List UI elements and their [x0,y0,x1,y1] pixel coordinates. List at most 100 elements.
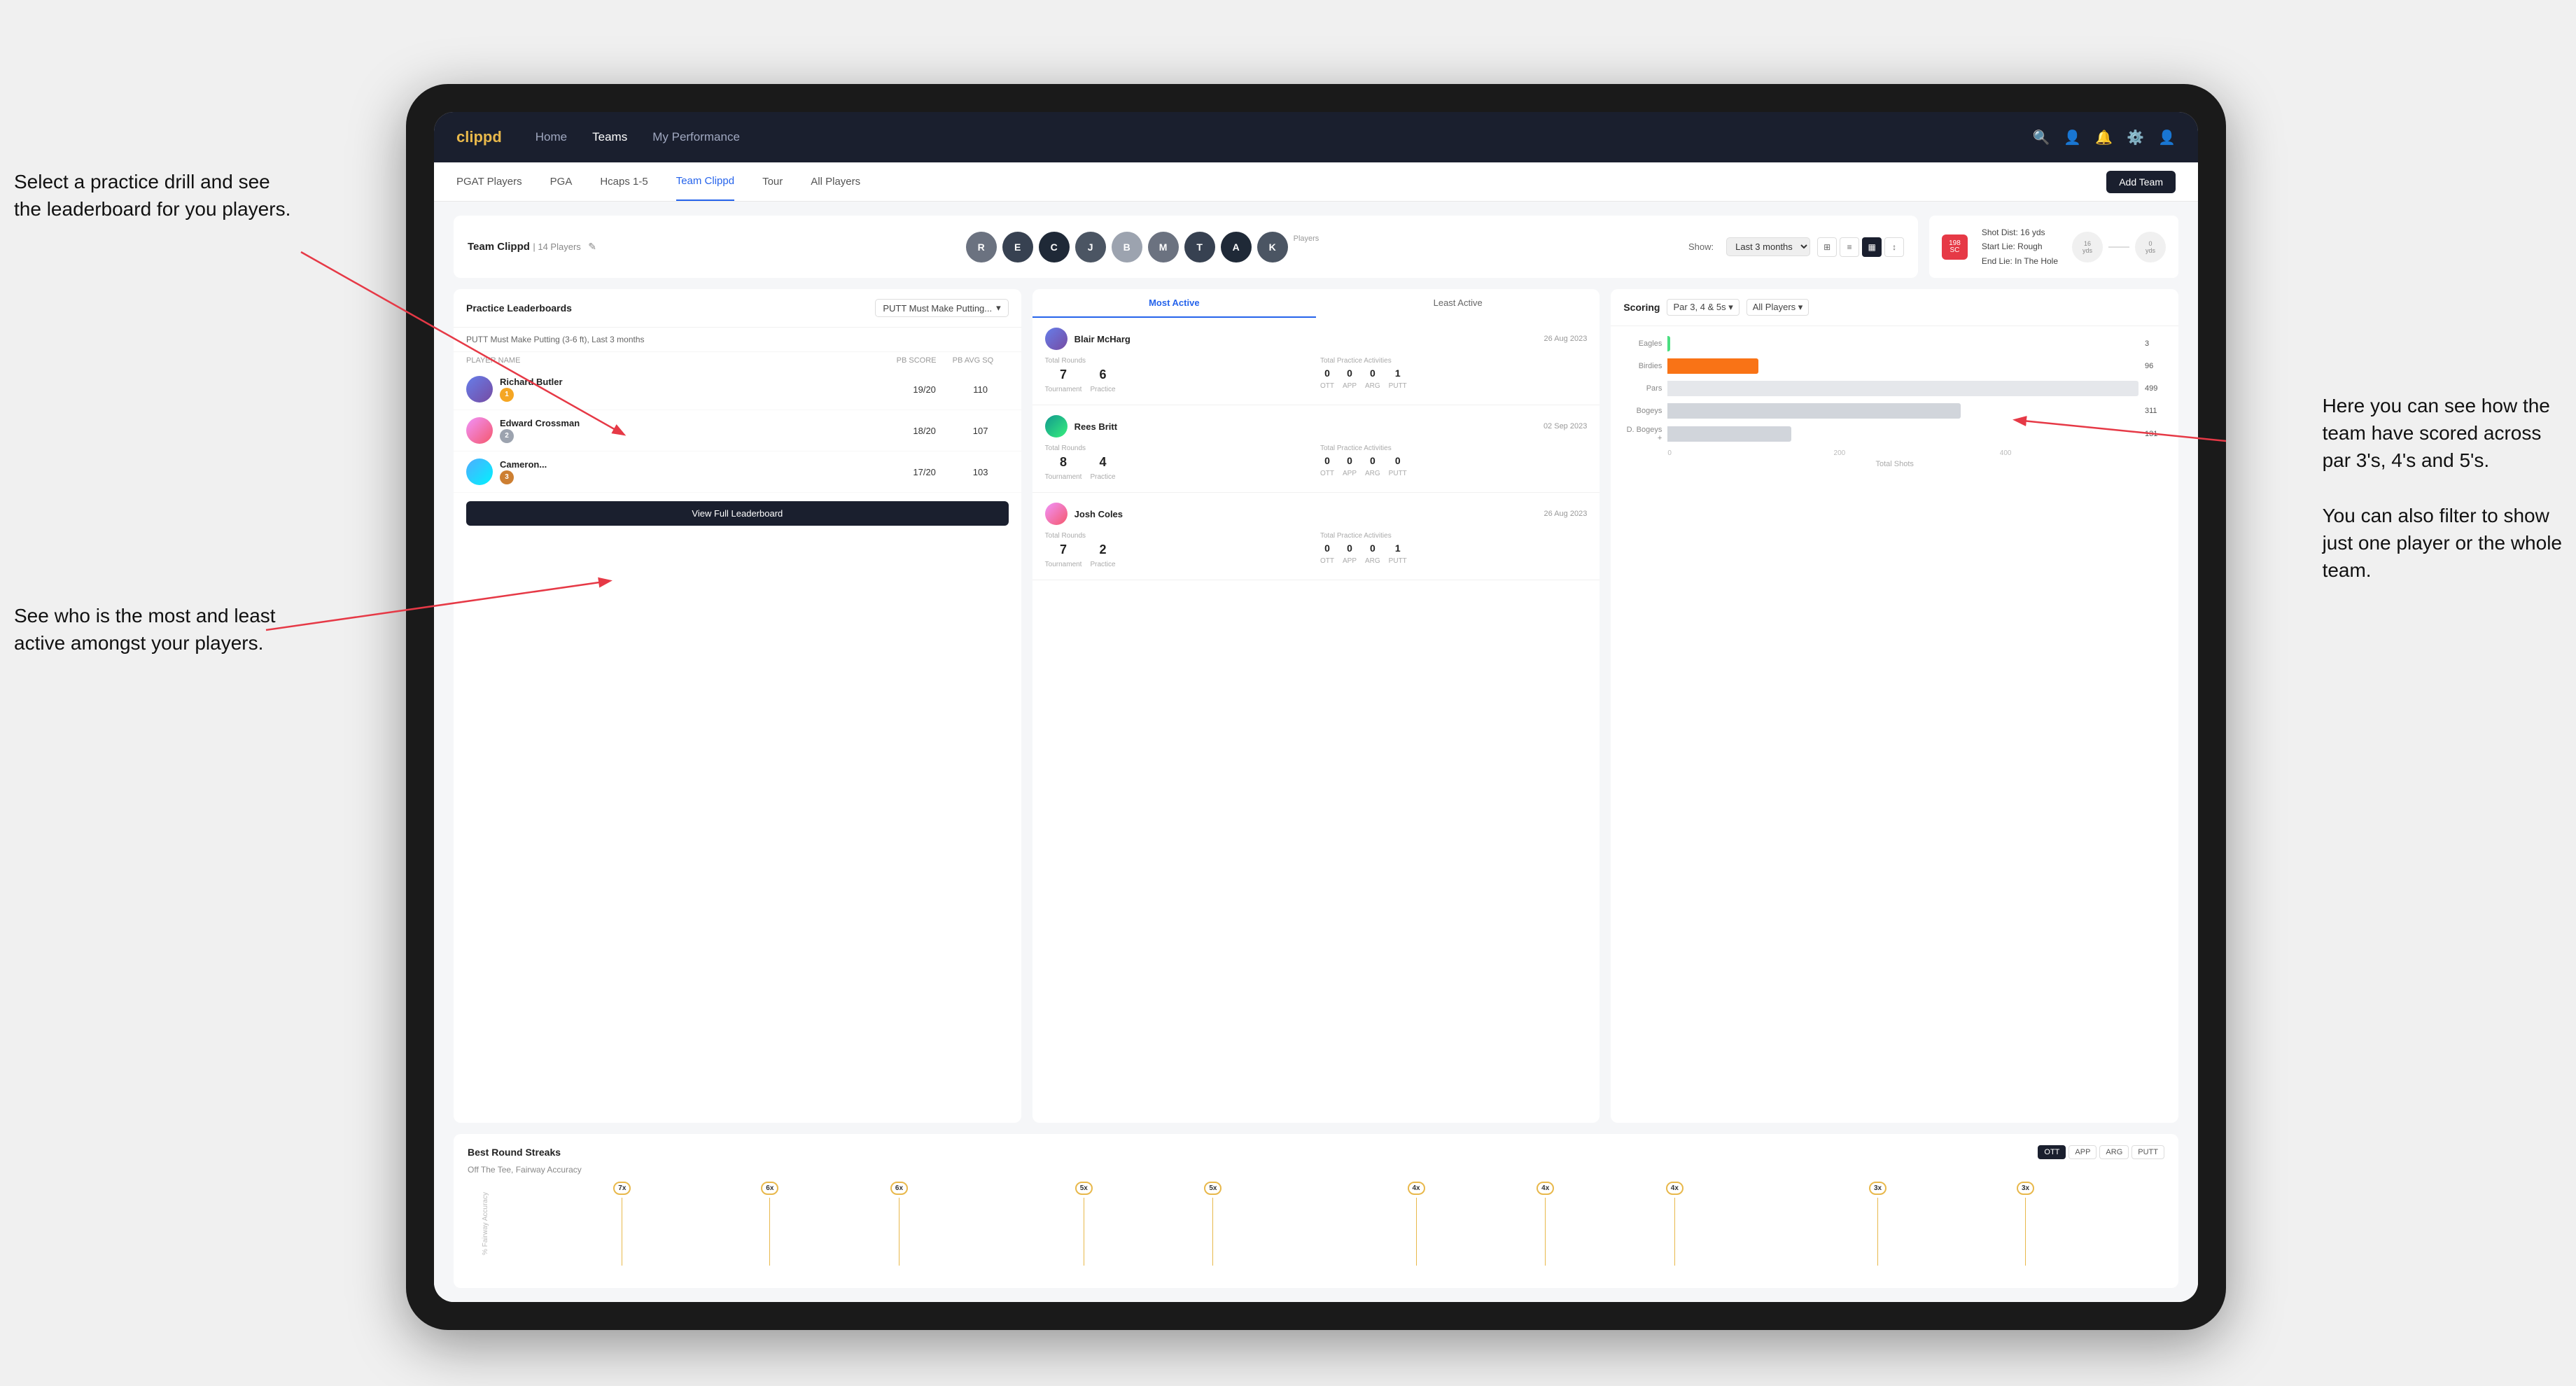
chart-value-Eagles: 3 [2145,340,2166,348]
pac-activities-label-2: Total Practice Activities [1320,444,1587,452]
tab-most-active[interactable]: Most Active [1032,289,1316,318]
subnav-all-players[interactable]: All Players [811,162,860,201]
axis-400: 400 [2000,449,2166,457]
user-avatar[interactable]: 👤 [2158,129,2176,146]
pac-activities-1: Total Practice Activities 0 OTT 0 APP [1320,357,1587,395]
chart-row-pars: Pars499 [1623,381,2166,396]
chart-label-Pars: Pars [1623,384,1662,393]
shot-badge-sub: SC [1949,247,1961,254]
period-select[interactable]: Last 3 months [1726,237,1810,256]
scoring-card: Scoring Par 3, 4 & 5s ▾ All Players ▾ Ea… [1611,289,2178,1123]
lb-row-1: Richard Butler 1 19/20 110 [454,369,1021,410]
navbar-icons: 🔍 👤 🔔 ⚙️ 👤 [2032,129,2176,146]
subnav-pga[interactable]: PGA [550,162,573,201]
subnav-pgat[interactable]: PGAT Players [456,162,522,201]
table-view-icon[interactable]: ↕ [1884,237,1904,257]
chart-axis: 0 200 400 [1623,449,2166,457]
streak-filter-ott[interactable]: OTT [2038,1145,2066,1159]
streak-dot-9: 3x [2017,1182,2034,1266]
avatar-8[interactable]: A [1221,232,1252,262]
pac-rounds-row-1: 7 Tournament 6 Practice [1045,368,1312,395]
chart-label-Eagles: Eagles [1623,340,1662,348]
pac-name-3: Josh Coles [1074,509,1123,519]
tab-least-active[interactable]: Least Active [1316,289,1600,318]
lb-player-info-1: Richard Butler 1 [500,377,563,402]
col-pb-avg: PB AVG SQ [953,356,1009,365]
pac-activities-label-1: Total Practice Activities [1320,357,1587,365]
streak-filter-arg[interactable]: ARG [2099,1145,2129,1159]
bar-Pars [1667,381,2138,396]
pac-rounds-2: Total Rounds 8 Tournament 4 Practice [1045,444,1312,482]
pac-arg-3: 0 ARG [1365,542,1380,566]
profile-icon[interactable]: 👤 [2064,129,2081,146]
three-col-layout: Practice Leaderboards PUTT Must Make Put… [454,289,2178,1123]
lb-badge-3: 3 [500,470,514,484]
nav-home[interactable]: Home [536,130,567,144]
settings-icon[interactable]: ⚙️ [2127,129,2144,146]
pac-rounds-label-3: Total Rounds [1045,532,1312,540]
chart-row-birdies: Birdies96 [1623,358,2166,374]
bar-Eagles [1667,336,1670,351]
pac-player-2: Rees Britt [1045,415,1117,438]
total-shots-label: Total Shots [1623,460,2166,468]
streak-filter-app[interactable]: APP [2068,1145,2096,1159]
lb-avatar-3 [466,458,493,485]
leaderboard-title: Practice Leaderboards [466,302,572,314]
avatar-2[interactable]: E [1002,232,1033,262]
bell-icon[interactable]: 🔔 [2095,129,2113,146]
chart-row-d.-bogeys-+: D. Bogeys +131 [1623,426,2166,442]
pac-header-1: Blair McHarg 26 Aug 2023 [1045,328,1588,350]
subnav-tour[interactable]: Tour [762,162,783,201]
chart-value-Bogeys: 311 [2145,407,2166,415]
drill-selector[interactable]: PUTT Must Make Putting... ▾ [875,299,1008,317]
list-view-icon[interactable]: ≡ [1840,237,1859,257]
grid-view-icon[interactable]: ⊞ [1817,237,1837,257]
edit-icon[interactable]: ✎ [588,241,596,252]
avatar-6[interactable]: M [1148,232,1179,262]
subnav-hcaps[interactable]: Hcaps 1-5 [600,162,648,201]
player-filter[interactable]: All Players ▾ [1746,299,1809,316]
pac-ott-2: 0 OTT [1320,455,1334,479]
chart-label-Bogeys: Bogeys [1623,407,1662,415]
leaderboard-subtitle: PUTT Must Make Putting (3-6 ft), Last 3 … [454,328,1021,352]
subnav-team-clippd[interactable]: Team Clippd [676,162,734,201]
nav-performance[interactable]: My Performance [652,130,740,144]
yardage-row: 16 yds 0 yds [2072,232,2166,262]
card-view-icon[interactable]: ▦ [1862,237,1882,257]
streak-dot-8: 3x [1869,1182,1886,1266]
streak-dot-5: 4x [1408,1182,1425,1266]
add-team-button[interactable]: Add Team [2106,171,2176,193]
nav-teams[interactable]: Teams [592,130,627,144]
pac-date-3: 26 Aug 2023 [1544,510,1588,518]
show-label: Show: [1688,241,1714,252]
avatar-7[interactable]: T [1184,232,1215,262]
streak-dot-4: 5x [1204,1182,1222,1266]
annotation-top-right: Here you can see how theteam have scored… [2323,392,2562,584]
lb-row-2: Edward Crossman 2 18/20 107 [454,410,1021,451]
pac-app-1: 0 APP [1343,368,1357,391]
par-filter[interactable]: Par 3, 4 & 5s ▾ [1667,299,1739,316]
pac-rees: Rees Britt 02 Sep 2023 Total Rounds 8 [1032,405,1600,493]
search-icon[interactable]: 🔍 [2032,129,2050,146]
navbar: clippd Home Teams My Performance 🔍 👤 🔔 ⚙… [434,112,2198,162]
pac-tournament-1: 7 Tournament [1045,368,1082,395]
streak-badge-0: 7x [613,1182,631,1195]
avatar-1[interactable]: R [966,232,997,262]
chart-label-D. Bogeys +: D. Bogeys + [1623,426,1662,442]
streak-line-6 [1545,1198,1546,1266]
pac-rounds-row-2: 8 Tournament 4 Practice [1045,455,1312,482]
streak-badge-9: 3x [2017,1182,2034,1195]
avatar-9[interactable]: K [1257,232,1288,262]
pac-app-2: 0 APP [1343,455,1357,479]
avatar-4[interactable]: J [1075,232,1106,262]
avatar-5[interactable]: B [1112,232,1142,262]
pac-activities-row-3: 0 OTT 0 APP 0 ARG [1320,542,1587,566]
pac-header-2: Rees Britt 02 Sep 2023 [1045,415,1588,438]
streak-filter-putt[interactable]: PUTT [2132,1145,2164,1159]
streaks-subtitle: Off The Tee, Fairway Accuracy [468,1165,2164,1175]
y-axis-area: % Fairway Accuracy [468,1182,503,1266]
avatar-3[interactable]: C [1039,232,1070,262]
pac-tournament-2: 8 Tournament [1045,455,1082,482]
view-leaderboard-button[interactable]: View Full Leaderboard [466,501,1009,526]
chart-value-Birdies: 96 [2145,362,2166,370]
